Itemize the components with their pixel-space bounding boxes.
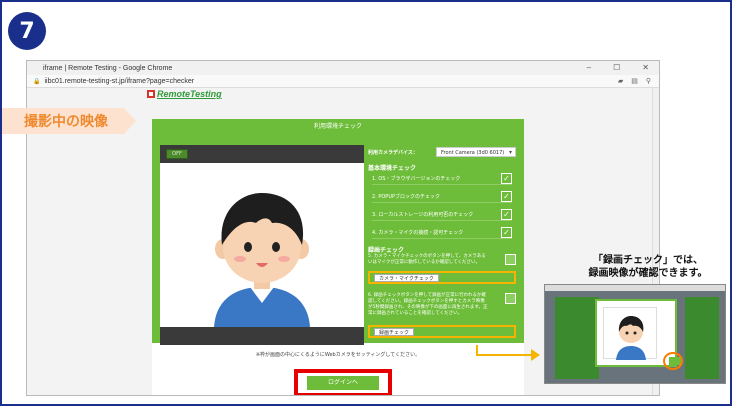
record-check-item: 6. 録画チェックボタンを押して録画が正常に行われるか確認してください。録画チェ… bbox=[368, 293, 516, 317]
camera-mic-check-highlight: カメラ・マイクチェック bbox=[368, 271, 516, 284]
basic-check-label: 4. カメラ・マイクの接続・認可チェック bbox=[372, 230, 464, 236]
caption-line: 「録画チェック」では、 bbox=[593, 255, 703, 266]
browser-title: iframe | Remote Testing - Google Chrome bbox=[43, 64, 173, 72]
check-icon: ✓ bbox=[501, 191, 512, 202]
login-button[interactable]: ログインへ bbox=[307, 376, 379, 390]
person-thumbnail-icon bbox=[616, 316, 646, 360]
basic-check-heading: 基本環境チェック bbox=[368, 165, 417, 172]
camera-status-badge: OFF bbox=[166, 149, 188, 159]
camera-mic-check-button[interactable]: カメラ・マイクチェック bbox=[374, 274, 439, 282]
basic-check-label: 2. POPUPブロックのチェック bbox=[372, 194, 441, 200]
basic-check-label: 3. ローカルストレージの利用可否のチェック bbox=[372, 212, 474, 218]
check-icon: ✓ bbox=[501, 227, 512, 238]
record-check-highlight: 録画チェック bbox=[368, 325, 516, 338]
check-icon: ✓ bbox=[501, 209, 512, 220]
highlight-circle bbox=[663, 352, 683, 370]
url-text[interactable]: iibc01.remote-testing-st.jp/iframe?page=… bbox=[44, 78, 194, 85]
unchecked-box-icon bbox=[505, 293, 516, 304]
record-check-button[interactable]: 録画チェック bbox=[374, 328, 415, 336]
pointer-arrow bbox=[476, 345, 540, 361]
step-number-badge: 7 bbox=[8, 12, 46, 50]
basic-check-item: 4. カメラ・マイクの接続・認可チェック ✓ bbox=[372, 227, 512, 239]
device-label: 利用カメラデバイス： bbox=[368, 149, 418, 156]
unchecked-box-icon bbox=[505, 254, 516, 265]
camera-video bbox=[160, 163, 364, 327]
recording-preview-thumbnail bbox=[544, 284, 726, 384]
browser-titlebar: iframe | Remote Testing - Google Chrome … bbox=[27, 61, 659, 75]
camera-indicator-icon[interactable]: ▰ bbox=[618, 77, 623, 85]
remote-testing-logo: RemoteTesting bbox=[147, 89, 222, 99]
video-callout: 撮影中の映像 bbox=[2, 108, 136, 134]
camera-device-select[interactable]: Front Camera (3d0 6017) bbox=[436, 147, 516, 158]
basic-check-item: 2. POPUPブロックのチェック ✓ bbox=[372, 191, 512, 203]
minimize-icon[interactable]: – bbox=[587, 63, 591, 72]
caption-line: 録画映像が確認できます。 bbox=[588, 268, 708, 279]
maximize-icon[interactable]: ☐ bbox=[613, 63, 620, 72]
basic-check-label: 1. OS・ブラウザバージョンのチェック bbox=[372, 176, 461, 182]
lock-icon: 🔒 bbox=[33, 78, 41, 85]
record-check-item: 5. カメラ・マイクチェックのボタンを押して、カメラあるいはマイクが正常に動作し… bbox=[368, 254, 516, 266]
login-button-highlight: ログインへ bbox=[294, 369, 392, 395]
basic-check-item: 1. OS・ブラウザバージョンのチェック ✓ bbox=[372, 173, 512, 185]
device-row: 利用カメラデバイス： Front Camera (3d0 6017) bbox=[368, 147, 516, 158]
address-bar[interactable]: 🔒 iibc01.remote-testing-st.jp/iframe?pag… bbox=[27, 75, 659, 88]
record-check-caption: 「録画チェック」では、 録画映像が確認できます。 bbox=[564, 254, 730, 280]
translate-icon[interactable]: ▤ bbox=[631, 77, 638, 85]
camera-preview: OFF bbox=[160, 145, 364, 345]
close-icon[interactable]: ✕ bbox=[642, 63, 649, 72]
basic-check-item: 3. ローカルストレージの利用可否のチェック ✓ bbox=[372, 209, 512, 221]
camera-setting-note: ※枠が画面の中心にくるようにWebカメラをセッティングしてください。 bbox=[255, 352, 421, 358]
environment-check-card: 利用環境チェック OFF 利用カメラデバイス： Front Camera (3d… bbox=[152, 119, 524, 395]
record-check-text: 6. 録画チェックボタンを押して録画が正常に行われるか確認してください。録画チェ… bbox=[368, 293, 488, 316]
recorded-video bbox=[603, 307, 657, 360]
zoom-icon[interactable]: ⚲ bbox=[646, 77, 651, 85]
camera-mic-check-text: 5. カメラ・マイクチェックのボタンを押して、カメラあるいはマイクが正常に動作し… bbox=[368, 254, 486, 265]
check-panel: 利用カメラデバイス： Front Camera (3d0 6017) 基本環境チ… bbox=[368, 145, 516, 343]
person-illustration bbox=[214, 193, 310, 327]
card-header: 利用環境チェック bbox=[152, 119, 524, 135]
logo-mark-icon bbox=[147, 90, 155, 98]
check-icon: ✓ bbox=[501, 173, 512, 184]
record-check-heading: 録画チェック bbox=[368, 247, 405, 254]
slide-frame: 7 iframe | Remote Testing - Google Chrom… bbox=[0, 0, 732, 406]
check-content: OFF 利用カメラデバイス： Front Camera (3d0 6017) ▾… bbox=[152, 135, 524, 345]
